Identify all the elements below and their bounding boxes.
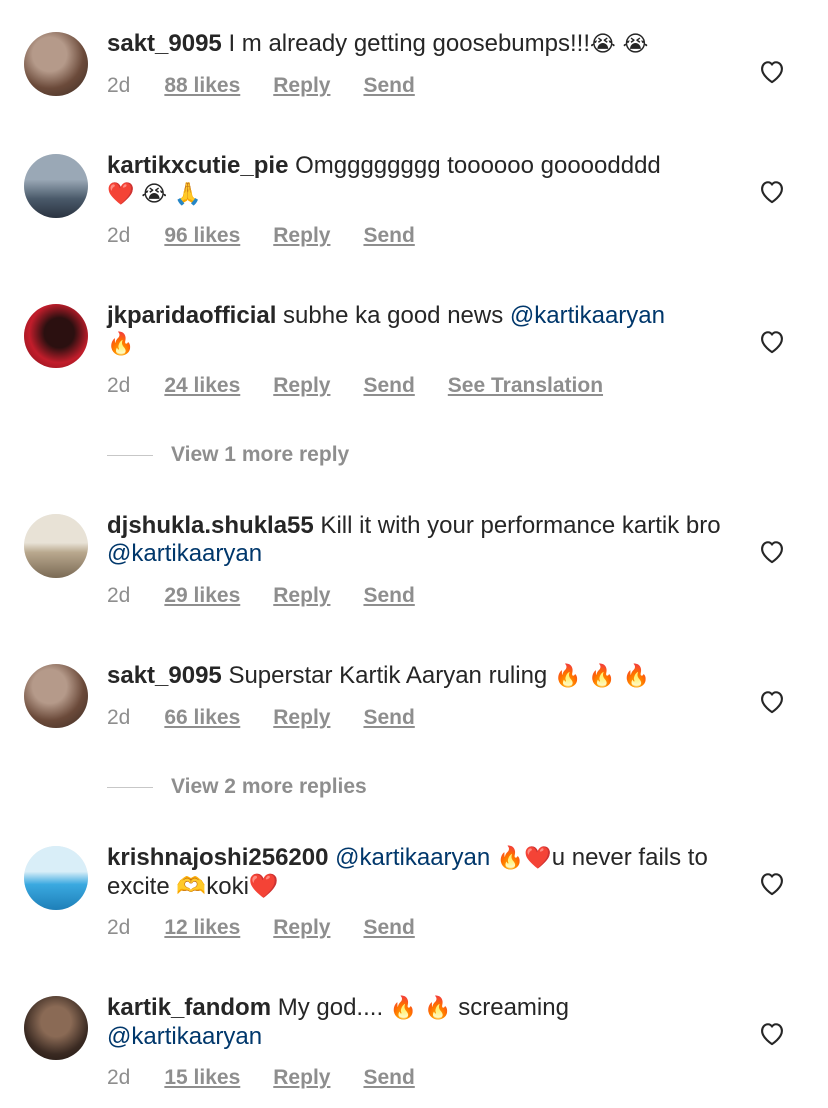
heart-icon[interactable]: [758, 538, 786, 564]
emoji: 🔥 🔥: [389, 996, 452, 1021]
timestamp: 2d: [107, 374, 131, 397]
comment-text: jkparidaofficial subhe ka good news @kar…: [107, 302, 727, 359]
view-more-replies[interactable]: View 2 more replies: [107, 773, 367, 801]
emoji: 😭 😭: [589, 32, 649, 57]
likes-count[interactable]: 96 likes: [164, 224, 240, 248]
comment-text: kartik_fandom My god.... 🔥 🔥 screaming @k…: [107, 994, 727, 1051]
heart-icon[interactable]: [758, 1020, 786, 1046]
comment-meta: 2d 96 likes Reply Send: [107, 222, 448, 250]
likes-count[interactable]: 29 likes: [164, 584, 240, 608]
avatar[interactable]: [24, 154, 88, 218]
send-button[interactable]: Send: [363, 584, 414, 608]
username[interactable]: sakt_9095: [107, 662, 222, 689]
username[interactable]: jkparidaofficial: [107, 302, 276, 329]
see-translation-link[interactable]: See Translation: [448, 374, 603, 398]
timestamp: 2d: [107, 74, 131, 97]
mention-link[interactable]: @kartikaaryan: [335, 844, 490, 871]
comment-meta: 2d 24 likes Reply Send See Translation: [107, 372, 636, 400]
heart-icon[interactable]: [758, 178, 786, 204]
reply-button[interactable]: Reply: [273, 1066, 330, 1090]
avatar[interactable]: [24, 846, 88, 910]
mention-link[interactable]: @kartikaaryan: [107, 1023, 262, 1050]
comment-meta: 2d 88 likes Reply Send: [107, 72, 448, 100]
comment-body: My god....: [271, 994, 390, 1021]
comment-text: kartikxcutie_pie Omgggggggg toooooo gooo…: [107, 152, 727, 209]
avatar[interactable]: [24, 514, 88, 578]
avatar[interactable]: [24, 664, 88, 728]
comment-text: sakt_9095 I m already getting goosebumps…: [107, 30, 727, 59]
comment-text: djshukla.shukla55 Kill it with your perf…: [107, 512, 727, 568]
reply-divider: [107, 454, 153, 456]
emoji: ❤️ 😭 🙏: [107, 182, 202, 207]
reply-button[interactable]: Reply: [273, 74, 330, 98]
comments-feed: sakt_9095 I m already getting goosebumps…: [0, 0, 828, 1108]
reply-divider: [107, 786, 153, 788]
reply-button[interactable]: Reply: [273, 916, 330, 940]
heart-icon[interactable]: [758, 328, 786, 354]
timestamp: 2d: [107, 706, 131, 729]
send-button[interactable]: Send: [363, 224, 414, 248]
comment-meta: 2d 15 likes Reply Send: [107, 1064, 448, 1092]
timestamp: 2d: [107, 224, 131, 247]
username[interactable]: krishnajoshi256200: [107, 844, 328, 871]
comment-body-continued: screaming: [451, 994, 569, 1021]
heart-icon[interactable]: [758, 688, 786, 714]
likes-count[interactable]: 66 likes: [164, 706, 240, 730]
comment-meta: 2d 29 likes Reply Send: [107, 582, 448, 610]
reply-button[interactable]: Reply: [273, 224, 330, 248]
likes-count[interactable]: 88 likes: [164, 74, 240, 98]
reply-button[interactable]: Reply: [273, 706, 330, 730]
comment-meta: 2d 66 likes Reply Send: [107, 704, 448, 732]
username[interactable]: sakt_9095: [107, 30, 222, 57]
comment-body: subhe ka good news: [276, 302, 510, 329]
likes-count[interactable]: 24 likes: [164, 374, 240, 398]
mention-link[interactable]: @kartikaaryan: [510, 302, 665, 329]
comment-body: I m already getting goosebumps!!!: [221, 30, 590, 57]
timestamp: 2d: [107, 1066, 131, 1089]
emoji: 🔥❤️: [496, 846, 552, 871]
comment-body: Omgggggggg toooooo goooodddd: [288, 152, 661, 179]
heart-icon[interactable]: [758, 870, 786, 896]
heart-icon[interactable]: [758, 58, 786, 84]
timestamp: 2d: [107, 916, 131, 939]
comment-body: Kill it with your performance kartik bro: [313, 512, 721, 539]
send-button[interactable]: Send: [363, 74, 414, 98]
comment-meta: 2d 12 likes Reply Send: [107, 914, 448, 942]
emoji: 🔥: [107, 332, 135, 357]
comment-text: krishnajoshi256200 @kartikaaryan 🔥❤️u ne…: [107, 844, 727, 901]
view-more-replies-label[interactable]: View 2 more replies: [171, 775, 367, 799]
avatar[interactable]: [24, 996, 88, 1060]
send-button[interactable]: Send: [363, 706, 414, 730]
comment-body: Superstar Kartik Aaryan ruling: [221, 662, 554, 689]
send-button[interactable]: Send: [363, 916, 414, 940]
username[interactable]: kartik_fandom: [107, 994, 271, 1021]
send-button[interactable]: Send: [363, 374, 414, 398]
view-more-replies[interactable]: View 1 more reply: [107, 441, 349, 469]
likes-count[interactable]: 12 likes: [164, 916, 240, 940]
emoji: 🔥 🔥 🔥: [553, 664, 651, 689]
mention-link[interactable]: @kartikaaryan: [107, 540, 262, 567]
comment-text: sakt_9095 Superstar Kartik Aaryan ruling…: [107, 662, 727, 691]
reply-button[interactable]: Reply: [273, 374, 330, 398]
username[interactable]: djshukla.shukla55: [107, 512, 314, 539]
username[interactable]: kartikxcutie_pie: [107, 152, 288, 179]
view-more-replies-label[interactable]: View 1 more reply: [171, 443, 349, 467]
avatar[interactable]: [24, 304, 88, 368]
timestamp: 2d: [107, 584, 131, 607]
reply-button[interactable]: Reply: [273, 584, 330, 608]
likes-count[interactable]: 15 likes: [164, 1066, 240, 1090]
send-button[interactable]: Send: [363, 1066, 414, 1090]
avatar[interactable]: [24, 32, 88, 96]
